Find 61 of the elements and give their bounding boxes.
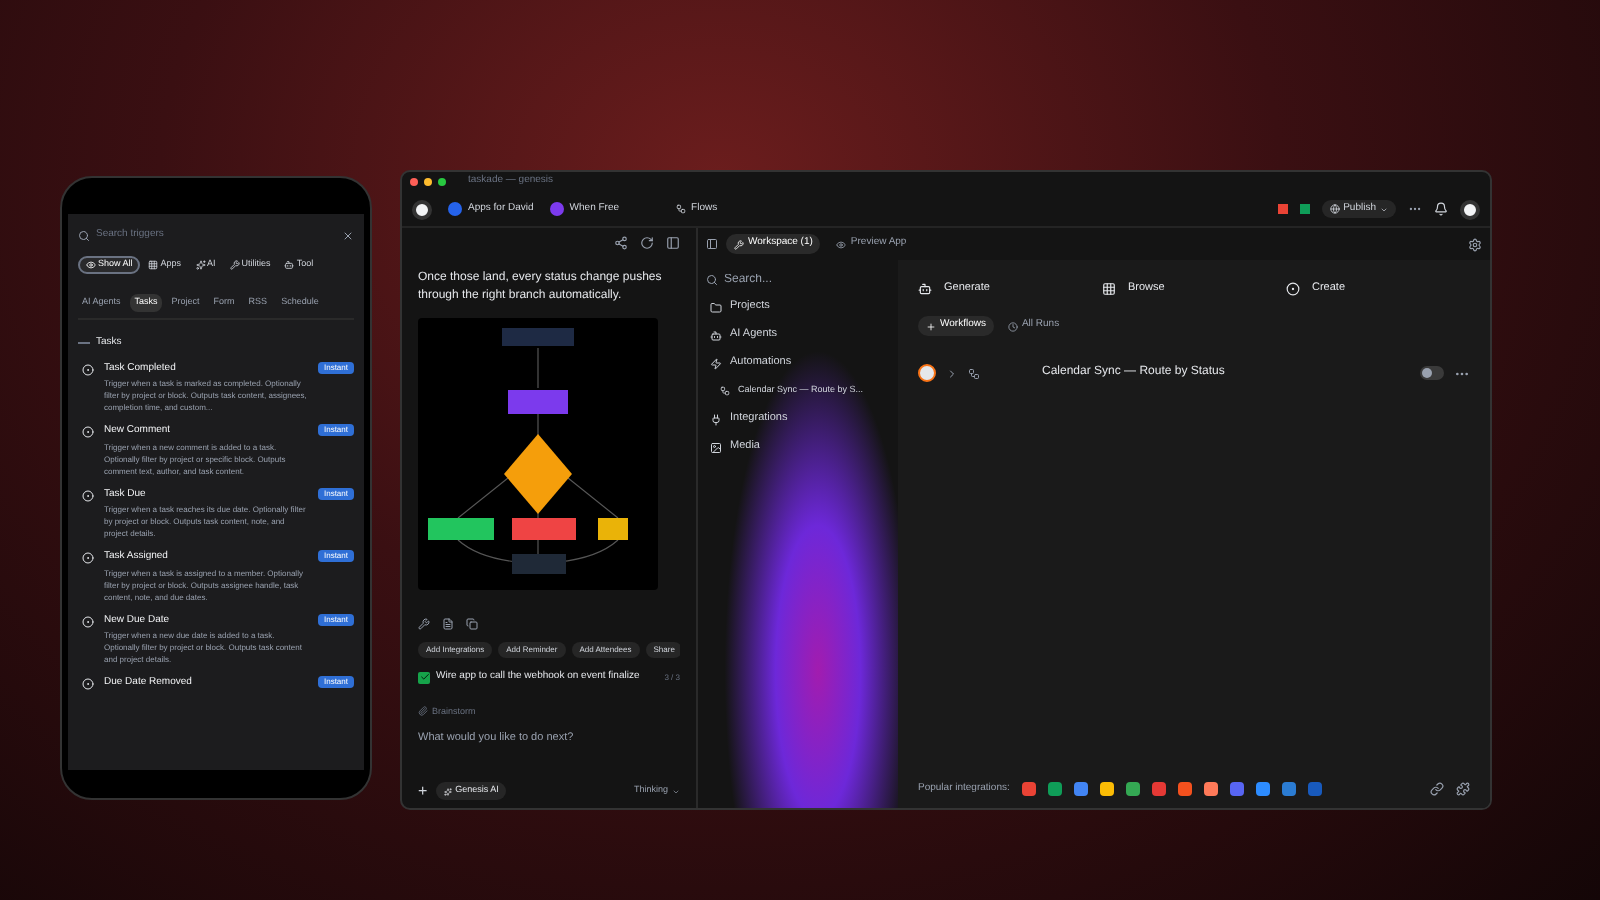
- folder-icon: [710, 301, 722, 313]
- plus-icon: [926, 321, 936, 331]
- lightning-icon: [710, 357, 722, 369]
- circle-icon: [1286, 281, 1300, 295]
- trigger-icon: [82, 426, 94, 438]
- app-avatar-icon: [448, 202, 462, 216]
- image-icon: [710, 441, 722, 453]
- notification-icon[interactable]: [1434, 202, 1448, 216]
- mention-icon: [418, 706, 428, 717]
- globe-icon: [1329, 204, 1340, 214]
- integration-icon[interactable]: [1099, 781, 1114, 796]
- logo-icon[interactable]: [412, 199, 432, 219]
- settings-icon[interactable]: [1468, 237, 1482, 251]
- plugin-icon[interactable]: [1456, 781, 1470, 796]
- workflow-icon: [968, 367, 980, 379]
- trigger-icon: [82, 615, 94, 627]
- tool-icon[interactable]: [418, 618, 430, 630]
- integration-icon[interactable]: [1021, 781, 1036, 796]
- workflow-avatar: [918, 364, 936, 382]
- grid-icon: [148, 260, 159, 270]
- integration-icon[interactable]: [1203, 781, 1218, 796]
- add-button[interactable]: +: [418, 783, 428, 799]
- history-icon[interactable]: [640, 236, 654, 250]
- eye-icon: [86, 260, 96, 270]
- workflow-toggle[interactable]: [1420, 366, 1444, 380]
- integration-icon[interactable]: [1125, 781, 1140, 796]
- trigger-icon: [82, 678, 94, 690]
- integration-icon[interactable]: [1047, 781, 1062, 796]
- workflow-icon: [720, 386, 730, 396]
- copy-icon[interactable]: [466, 618, 478, 630]
- trigger-icon: [82, 552, 94, 564]
- search-icon: [706, 274, 718, 286]
- chevron-icon[interactable]: [946, 367, 958, 379]
- preview-icon[interactable]: [442, 618, 454, 630]
- close-icon[interactable]: [342, 230, 354, 242]
- robot-icon: [710, 329, 722, 341]
- grid-icon: [1102, 281, 1116, 295]
- robot-icon: [918, 281, 932, 295]
- panel-icon[interactable]: [666, 236, 680, 250]
- workflow-icon: [675, 204, 686, 214]
- trigger-icon: [82, 363, 94, 375]
- user-avatar[interactable]: [1460, 199, 1480, 219]
- robot-icon: [284, 260, 295, 270]
- search-icon: [78, 230, 90, 242]
- integration-icon[interactable]: [1255, 781, 1270, 796]
- wrench-icon: [229, 260, 240, 270]
- eye-icon: [836, 239, 847, 249]
- task-checkbox[interactable]: [418, 671, 430, 684]
- integration-icon[interactable]: [1177, 781, 1192, 796]
- app-avatar-icon: [549, 202, 564, 216]
- share-icon[interactable]: [614, 236, 628, 250]
- sidebar-toggle-icon[interactable]: [706, 238, 718, 250]
- trigger-icon: [82, 489, 94, 501]
- sparkles-icon: [443, 787, 452, 795]
- integration-icon[interactable]: [1073, 781, 1088, 796]
- clock-icon: [1007, 321, 1018, 331]
- plug-icon: [710, 413, 722, 425]
- link-icon[interactable]: [1430, 781, 1444, 796]
- wrench-icon: [734, 239, 744, 249]
- more-icon[interactable]: [1408, 202, 1422, 216]
- sparkles-icon: [195, 260, 206, 270]
